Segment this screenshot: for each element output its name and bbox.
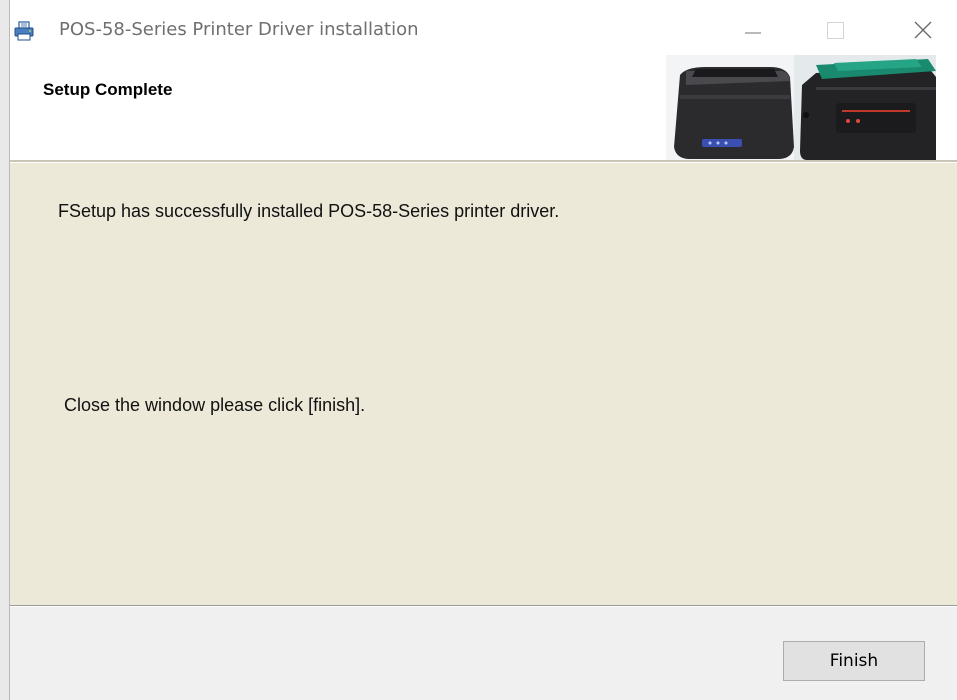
thermal-printers-image bbox=[666, 55, 936, 160]
window-title: POS-58-Series Printer Driver installatio… bbox=[59, 19, 419, 40]
finish-button[interactable]: Finish bbox=[783, 641, 925, 681]
maximize-icon bbox=[827, 22, 844, 39]
wizard-header: Setup Complete bbox=[10, 44, 957, 160]
close-button[interactable] bbox=[896, 0, 946, 44]
success-message: FSetup has successfully installed POS-58… bbox=[58, 201, 560, 221]
installer-window: POS-58-Series Printer Driver installatio… bbox=[10, 0, 957, 700]
instruction-message: Close the window please click [finish]. bbox=[64, 395, 366, 415]
maximize-button[interactable] bbox=[810, 0, 860, 44]
minimize-icon bbox=[745, 32, 761, 34]
wizard-footer: Finish bbox=[10, 607, 957, 700]
printer-icon bbox=[14, 21, 34, 41]
page-title: Setup Complete bbox=[43, 80, 173, 99]
close-icon bbox=[914, 21, 932, 39]
title-bar[interactable]: POS-58-Series Printer Driver installatio… bbox=[10, 0, 957, 44]
minimize-button[interactable] bbox=[728, 0, 778, 44]
background-window-edge bbox=[0, 0, 10, 700]
wizard-content: FSetup has successfully installed POS-58… bbox=[10, 163, 957, 605]
